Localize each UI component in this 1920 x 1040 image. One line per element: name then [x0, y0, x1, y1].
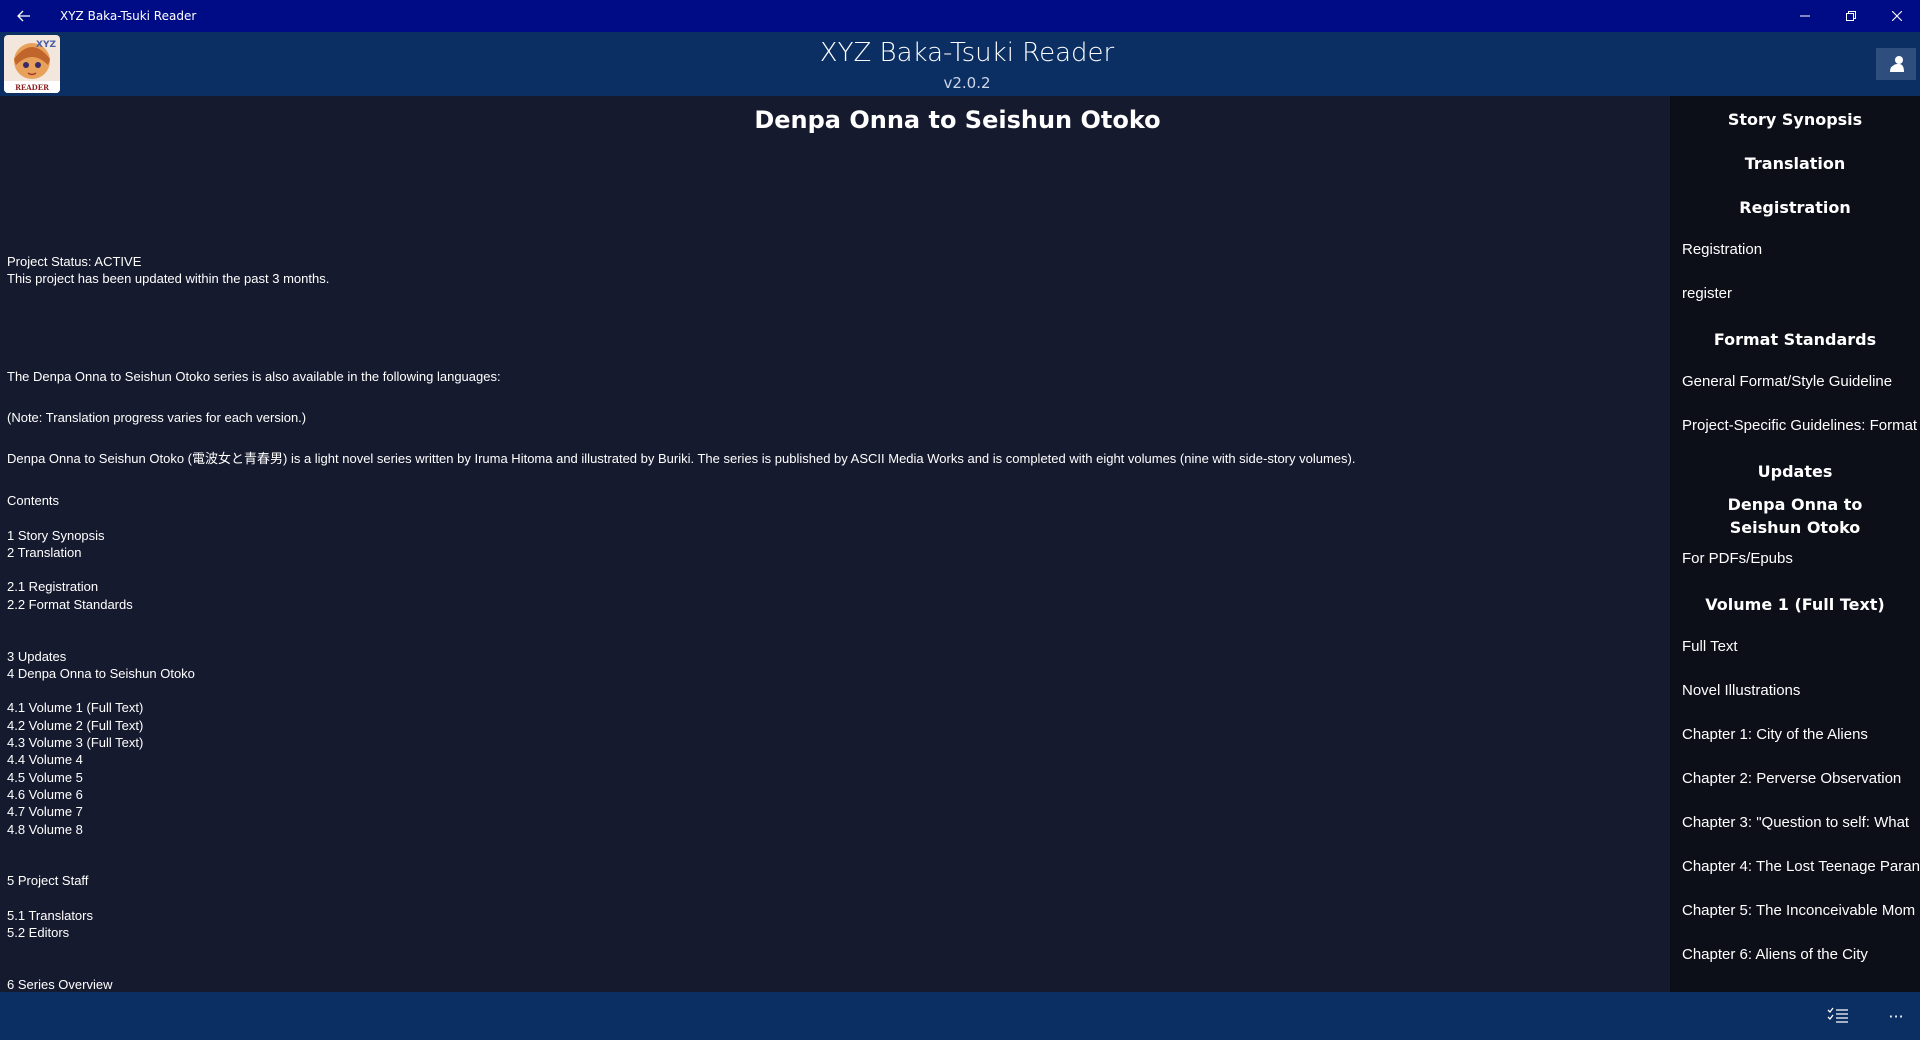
sidebar-heading-translation[interactable]: Translation [1670, 152, 1920, 175]
toc-item[interactable]: 2 Translation [7, 545, 81, 561]
toc-item[interactable]: 4.3 Volume 3 (Full Text) [7, 735, 143, 751]
sidebar-heading-story-synopsis[interactable]: Story Synopsis [1670, 108, 1920, 131]
app-header: READER XYZ XYZ Baka-Tsuki Reader v2.0.2 [0, 32, 1920, 96]
sidebar-item-general-format[interactable]: General Format/Style Guideline [1682, 372, 1920, 392]
close-icon [1892, 11, 1902, 21]
contents-heading: Contents [7, 493, 60, 508]
toc-item[interactable]: 4 Denpa Onna to Seishun Otoko [7, 666, 195, 682]
title-bar: XYZ Baka-Tsuki Reader [0, 0, 1920, 32]
more-options-button[interactable]: ··· [1872, 992, 1920, 1040]
translation-note: (Note: Translation progress varies for e… [7, 410, 307, 425]
sidebar-item-chapter-6[interactable]: Chapter 6: Aliens of the City [1682, 945, 1920, 965]
back-arrow-icon [17, 10, 30, 22]
sidebar-heading-updates[interactable]: Updates [1670, 460, 1920, 483]
sidebar-heading-registration[interactable]: Registration [1670, 196, 1920, 219]
toc-item[interactable]: 2.2 Format Standards [7, 597, 133, 613]
user-icon [1887, 56, 1904, 72]
bottom-app-bar: ··· [0, 992, 1920, 1040]
sidebar-item-project-guidelines[interactable]: Project-Specific Guidelines: Format [1682, 416, 1920, 436]
account-button[interactable] [1876, 48, 1916, 80]
app-title: XYZ Baka-Tsuki Reader [819, 38, 1115, 68]
contents-button[interactable] [1814, 992, 1862, 1040]
toc-item[interactable]: 2.1 Registration [7, 579, 98, 595]
toc-item[interactable]: 4.4 Volume 4 [7, 752, 83, 768]
sidebar-item-full-text[interactable]: Full Text [1682, 637, 1920, 657]
toc-item[interactable]: 4.1 Volume 1 (Full Text) [7, 700, 143, 716]
sidebar-item-register[interactable]: register [1682, 284, 1920, 304]
toc-item[interactable]: 5 Project Staff [7, 873, 88, 889]
toc-item[interactable]: 1 Story Synopsis [7, 528, 105, 544]
series-description: Denpa Onna to Seishun Otoko (電波女と青春男) is… [7, 451, 1356, 466]
minimize-icon [1800, 15, 1810, 17]
close-button[interactable] [1874, 0, 1920, 32]
sidebar-item-chapter-2[interactable]: Chapter 2: Perverse Observation [1682, 769, 1920, 789]
sidebar-heading-format-standards[interactable]: Format Standards [1670, 328, 1920, 351]
window-title: XYZ Baka-Tsuki Reader [60, 9, 197, 23]
article-content[interactable]: Denpa Onna to Seishun Otoko Project Stat… [0, 96, 1670, 992]
toc-item[interactable]: 4.5 Volume 5 [7, 770, 83, 786]
toc-item[interactable]: 6 Series Overview [7, 977, 112, 992]
sidebar-item-pdfs[interactable]: For PDFs/Epubs [1682, 549, 1920, 569]
minimize-button[interactable] [1782, 0, 1828, 32]
languages-text: The Denpa Onna to Seishun Otoko series i… [7, 369, 501, 384]
sidebar-item-chapter-1[interactable]: Chapter 1: City of the Aliens [1682, 725, 1920, 745]
section-sidebar: Story Synopsis Translation Registration … [1670, 96, 1920, 992]
sidebar-item-chapter-5[interactable]: Chapter 5: The Inconceivable Mom [1682, 901, 1920, 921]
toc-item[interactable]: 4.7 Volume 7 [7, 804, 83, 820]
app-version: v2.0.2 [943, 74, 991, 92]
toc-item[interactable]: 4.6 Volume 6 [7, 787, 83, 803]
page-title: Denpa Onna to Seishun Otoko [754, 106, 1161, 134]
sidebar-heading-volume-1[interactable]: Volume 1 (Full Text) [1670, 593, 1920, 616]
toc-item[interactable]: 5.1 Translators [7, 908, 93, 924]
restore-icon [1846, 11, 1856, 21]
update-notice: This project has been updated within the… [7, 271, 330, 286]
sidebar-item-chapter-4[interactable]: Chapter 4: The Lost Teenage Paran [1682, 857, 1920, 877]
restore-button[interactable] [1828, 0, 1874, 32]
checklist-icon [1827, 1007, 1848, 1023]
sidebar-item-chapter-3[interactable]: Chapter 3: "Question to self: What [1682, 813, 1920, 833]
toc-item[interactable]: 3 Updates [7, 649, 66, 665]
project-status: Project Status: ACTIVE [7, 254, 142, 269]
toc-item[interactable]: 4.8 Volume 8 [7, 822, 83, 838]
sidebar-item-illustrations[interactable]: Novel Illustrations [1682, 681, 1920, 701]
back-button[interactable] [0, 0, 48, 32]
toc-item[interactable]: 4.2 Volume 2 (Full Text) [7, 718, 143, 734]
toc-item[interactable]: 5.2 Editors [7, 925, 69, 941]
sidebar-heading-series[interactable]: Denpa Onna to Seishun Otoko [1670, 493, 1920, 539]
sidebar-item-registration[interactable]: Registration [1682, 240, 1920, 260]
